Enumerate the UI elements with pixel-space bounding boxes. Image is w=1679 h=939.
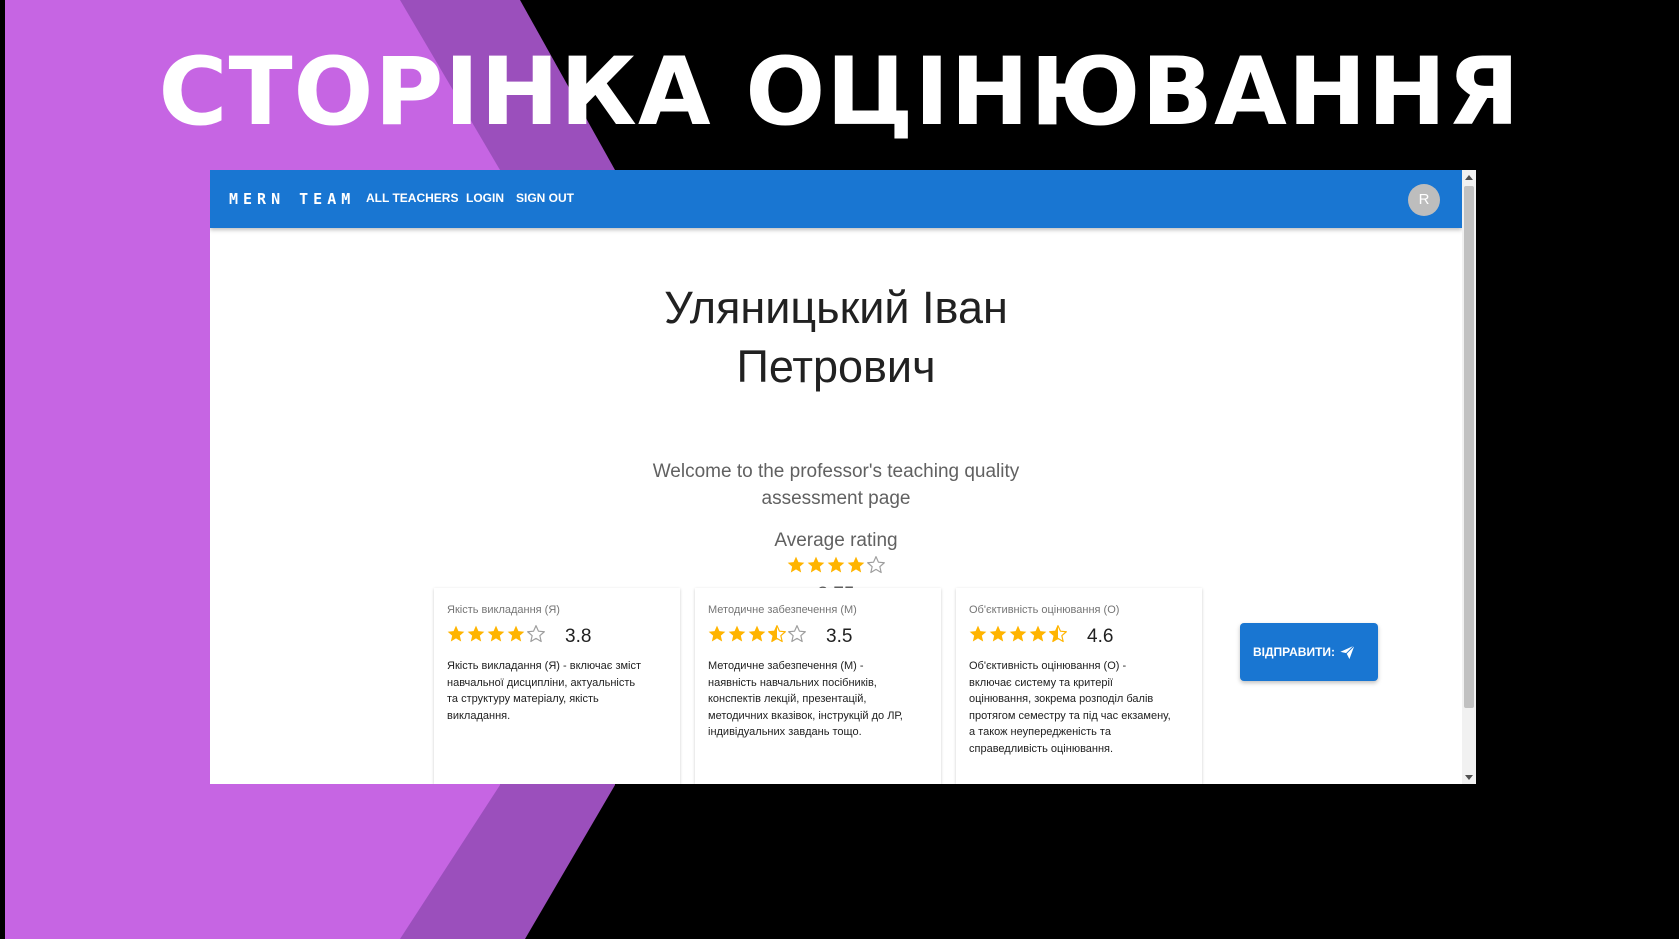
avatar[interactable]: R bbox=[1408, 184, 1440, 216]
scroll-down-arrow-icon[interactable] bbox=[1465, 775, 1473, 780]
card-desc-line: включає систему та критерії bbox=[969, 676, 1113, 689]
teacher-name-line1: Уляницький Іван bbox=[664, 282, 1008, 333]
app-screenshot: MERN TEAM ALL TEACHERS LOGIN SIGN OUT R … bbox=[210, 170, 1476, 784]
card-desc-line: протягом семестру та під час екзамену, bbox=[969, 709, 1171, 722]
star-icon bbox=[826, 555, 846, 579]
card-desc-line: індивідуальних завдань тощо. bbox=[708, 726, 862, 738]
teacher-name-line2: Петрович bbox=[736, 341, 936, 392]
card-desc-line: справедливість оцінювання. bbox=[969, 742, 1114, 755]
card-desc-line: а також неупередженість та bbox=[969, 726, 1111, 738]
nav-link-all-teachers[interactable]: ALL TEACHERS bbox=[366, 191, 458, 205]
welcome-text: Welcome to the professor's teaching qual… bbox=[210, 458, 1462, 512]
welcome-line2: assessment page bbox=[761, 488, 911, 509]
card-desc-line: навчальної дисципліни, актуальність bbox=[447, 676, 636, 689]
rating-card-methodical-support: Методичне забезпечення (М) 3.5 Методичне… bbox=[695, 588, 941, 784]
star-empty-icon bbox=[866, 555, 886, 579]
submit-button-label: ВІДПРАВИТИ: bbox=[1253, 645, 1336, 659]
star-icon[interactable] bbox=[747, 624, 767, 648]
card-description: Методичне забезпечення (М) - наявність н… bbox=[708, 658, 932, 741]
card-desc-line: викладання. bbox=[447, 709, 511, 722]
card-desc-line: Об'єктивність оцінювання (О) - bbox=[969, 660, 1127, 672]
card-desc-line: конспектів лекцій, презентацій, bbox=[708, 693, 867, 705]
nav-link-sign-out[interactable]: SIGN OUT bbox=[516, 191, 574, 205]
star-half-icon[interactable] bbox=[1048, 624, 1068, 648]
card-value: 4.6 bbox=[1087, 626, 1114, 647]
star-icon bbox=[846, 555, 866, 579]
scroll-up-arrow-icon[interactable] bbox=[1465, 175, 1473, 180]
nav-link-login[interactable]: LOGIN bbox=[466, 191, 504, 205]
star-icon[interactable] bbox=[988, 624, 1008, 648]
star-icon[interactable] bbox=[727, 624, 747, 648]
card-label: Якість викладання (Я) bbox=[447, 604, 560, 616]
star-icon[interactable] bbox=[446, 624, 466, 648]
star-empty-icon[interactable] bbox=[787, 624, 807, 648]
card-value: 3.5 bbox=[826, 626, 853, 647]
send-icon bbox=[1337, 642, 1357, 665]
card-desc-line: Якість викладання (Я) - включає зміст bbox=[447, 660, 642, 672]
card-desc-line: Методичне забезпечення (М) - bbox=[708, 660, 864, 672]
star-empty-icon[interactable] bbox=[526, 624, 546, 648]
card-desc-line: методичних вказівок, інструкцій до ЛР, bbox=[708, 709, 903, 722]
card-description: Якість викладання (Я) - включає зміст на… bbox=[447, 658, 671, 724]
star-icon[interactable] bbox=[486, 624, 506, 648]
brand-logo[interactable]: MERN TEAM bbox=[229, 190, 355, 208]
rating-card-assessment-objectivity: Об'єктивність оцінювання (О) 4.6 Об'єкти… bbox=[956, 588, 1202, 784]
star-icon bbox=[786, 555, 806, 579]
teacher-name: Уляницький Іван Петрович bbox=[210, 278, 1462, 396]
star-icon[interactable] bbox=[1008, 624, 1028, 648]
star-half-icon[interactable] bbox=[767, 624, 787, 648]
slide-title: СТОРІНКА ОЦІНЮВАННЯ bbox=[158, 38, 1521, 147]
card-value: 3.8 bbox=[565, 626, 592, 647]
card-desc-line: та структуру матеріалу, якість bbox=[447, 693, 599, 705]
welcome-line1: Welcome to the professor's teaching qual… bbox=[652, 461, 1020, 482]
rating-card-teaching-quality: Якість викладання (Я) 3.8 Якість виклада… bbox=[434, 588, 680, 784]
main-content: Уляницький Іван Петрович Welcome to the … bbox=[210, 228, 1462, 784]
card-label: Методичне забезпечення (М) bbox=[708, 604, 857, 616]
card-description: Об'єктивність оцінювання (О) - включає с… bbox=[969, 658, 1193, 757]
average-rating-stars bbox=[786, 555, 886, 579]
card-desc-line: оцінювання, зокрема розподіл балів bbox=[969, 693, 1154, 705]
submit-button[interactable]: ВІДПРАВИТИ: bbox=[1240, 623, 1378, 681]
scroll-thumb[interactable] bbox=[1464, 186, 1474, 708]
star-icon bbox=[806, 555, 826, 579]
card-desc-line: наявність навчальних посібників, bbox=[708, 676, 877, 689]
card-stars[interactable] bbox=[968, 624, 1068, 648]
top-navbar: MERN TEAM ALL TEACHERS LOGIN SIGN OUT R bbox=[210, 170, 1462, 228]
star-icon[interactable] bbox=[968, 624, 988, 648]
star-icon[interactable] bbox=[1028, 624, 1048, 648]
vertical-scrollbar[interactable] bbox=[1462, 170, 1476, 784]
card-stars[interactable] bbox=[446, 624, 546, 648]
card-stars[interactable] bbox=[707, 624, 807, 648]
star-icon[interactable] bbox=[707, 624, 727, 648]
star-icon[interactable] bbox=[506, 624, 526, 648]
average-rating-label: Average rating bbox=[774, 530, 898, 551]
card-label: Об'єктивність оцінювання (О) bbox=[969, 604, 1120, 616]
star-icon[interactable] bbox=[466, 624, 486, 648]
